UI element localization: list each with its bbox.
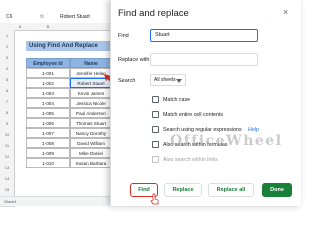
col-header-b[interactable]: B [26, 23, 71, 31]
option-checkbox[interactable] [152, 126, 159, 133]
replace-button[interactable]: Replace [164, 183, 202, 197]
replace-all-button[interactable]: Replace all [208, 183, 254, 197]
option-checkbox[interactable] [152, 141, 159, 148]
dialog-title: Find and replace [118, 8, 189, 19]
header-employee-id[interactable]: Employee Id [26, 58, 70, 68]
employee-id-cell[interactable]: 1-001 [26, 68, 70, 78]
find-input[interactable]: Stuart [150, 29, 258, 42]
name-cell[interactable]: Mike Daniel [70, 148, 112, 158]
search-scope-select[interactable]: All sheets [150, 74, 186, 86]
employee-id-cell[interactable]: 1-009 [26, 148, 70, 158]
sheet-tab-label: Sheet1 [4, 199, 17, 204]
option-label: Search using regular expressions [163, 126, 242, 133]
officewheel-watermark: OfficeWheel [170, 133, 283, 149]
name-cell[interactable]: David William [70, 138, 112, 148]
close-icon[interactable]: × [283, 7, 288, 17]
employee-id-cell[interactable]: 1-006 [26, 118, 70, 128]
employee-id-cell[interactable]: 1-007 [26, 128, 70, 138]
replace-input[interactable] [150, 53, 258, 66]
fx-icon: fx [40, 14, 44, 20]
name-cell[interactable]: Nancy Dorothy [70, 128, 112, 138]
help-link[interactable]: Help [248, 127, 259, 133]
name-box[interactable]: C6 [6, 14, 12, 20]
replace-label: Replace with [118, 57, 150, 63]
name-cell[interactable]: Thomas Stuart [70, 118, 112, 128]
formula-value[interactable]: Robert Stuart [60, 14, 90, 20]
option-label: Also search within links [163, 156, 218, 163]
header-name[interactable]: Name [70, 58, 112, 68]
search-label: Search [118, 78, 136, 84]
chevron-down-icon [176, 79, 182, 83]
cursor-hand-icon [150, 193, 159, 205]
option-checkbox[interactable] [152, 111, 159, 118]
employee-id-cell[interactable]: 1-004 [26, 98, 70, 108]
employee-id-cell[interactable]: 1-008 [26, 138, 70, 148]
name-cell[interactable]: Susan Barbara [70, 158, 112, 168]
option-checkbox [152, 156, 159, 163]
option-label: Match case [163, 96, 191, 103]
employee-id-cell[interactable]: 1-003 [26, 88, 70, 98]
find-input-value: Stuart [155, 32, 170, 38]
employee-id-cell[interactable]: 1-005 [26, 108, 70, 118]
name-cell[interactable]: Paul Anderson [70, 108, 112, 118]
option-checkbox[interactable] [152, 96, 159, 103]
search-scope-value: All sheets [154, 77, 176, 83]
find-label: Find [118, 33, 129, 39]
employee-id-cell[interactable]: 1-010 [26, 158, 70, 168]
done-button[interactable]: Done [262, 183, 292, 197]
option-label: Match entire cell contents [163, 111, 224, 118]
employee-id-cell[interactable]: 1-002 [26, 78, 70, 88]
